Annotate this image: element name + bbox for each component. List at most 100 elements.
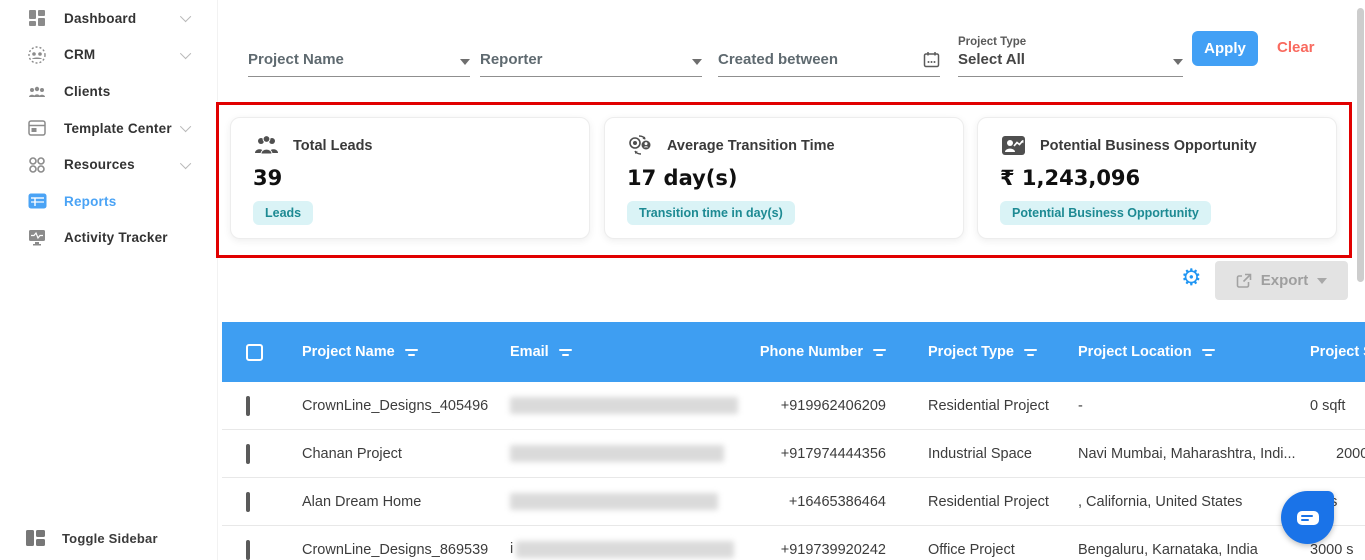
export-button[interactable]: Export (1215, 261, 1348, 300)
sidebar-item-resources[interactable]: Resources (0, 146, 217, 183)
column-header-phone-number[interactable]: Phone Number (684, 344, 912, 360)
cell-project-location: - (1078, 397, 1083, 414)
cell-project-type: Residential Project (928, 493, 1049, 510)
sort-filter-icon[interactable] (873, 348, 886, 356)
card-badge: Transition time in day(s) (627, 201, 795, 225)
export-icon (1236, 273, 1252, 288)
cell-project-size: 3000 s (1310, 541, 1354, 558)
transition-time-icon (627, 134, 654, 157)
sidebar-item-label: Reports (64, 193, 117, 209)
card-value: ₹ 1,243,096 (1000, 166, 1141, 190)
cell-project-size: 0 sqft (1310, 397, 1346, 414)
table-header-row: Project Name Email Phone Number Project … (222, 322, 1365, 382)
select-all-checkbox[interactable] (246, 343, 263, 361)
cell-email: i (506, 541, 735, 558)
cell-phone: +16465386464 (788, 493, 886, 510)
redacted-email (510, 493, 718, 510)
reporter-filter-label: Reporter (480, 51, 543, 68)
chat-icon (1296, 510, 1319, 525)
column-header-project-name[interactable]: Project Name (278, 344, 506, 360)
column-header-label: Email (510, 344, 549, 360)
cell-project-name: CrownLine_Designs_405496 (302, 397, 489, 414)
sidebar-item-label: Dashboard (64, 10, 137, 26)
sidebar-item-label: Resources (64, 157, 135, 173)
table-row[interactable]: CrownLine_Designs_405496 +919962406209 R… (222, 382, 1365, 430)
column-header-email[interactable]: Email (506, 344, 684, 360)
cell-project-name: Alan Dream Home (302, 493, 422, 510)
row-checkbox[interactable] (246, 443, 250, 464)
cell-project-location: Bengaluru, Karnataka, India (1078, 541, 1258, 558)
reporter-filter[interactable]: Reporter (480, 40, 702, 77)
main-content: Project Name Reporter Created between Pr… (216, 0, 1365, 560)
clients-icon (27, 81, 47, 101)
toggle-sidebar-icon (25, 528, 45, 548)
card-badge: Leads (253, 201, 314, 225)
toggle-sidebar-button[interactable]: Toggle Sidebar (25, 528, 158, 548)
sidebar-item-label: Clients (64, 83, 111, 99)
cell-project-size: 20000 (1336, 445, 1365, 462)
sidebar-item-crm[interactable]: CRM (0, 37, 217, 74)
sort-filter-icon[interactable] (1201, 348, 1215, 356)
card-title: Average Transition Time (667, 137, 835, 154)
row-checkbox[interactable] (246, 491, 250, 512)
sidebar-item-activity-tracker[interactable]: Activity Tracker (0, 220, 217, 257)
table-row[interactable]: CrownLine_Designs_869539 i +919739920242… (222, 526, 1365, 560)
stat-card-potential-business-opportunity: Potential Business Opportunity ₹ 1,243,0… (977, 117, 1337, 239)
sidebar-item-reports[interactable]: Reports (0, 183, 217, 220)
project-name-filter-label: Project Name (248, 51, 344, 68)
redacted-email (510, 445, 724, 462)
chevron-down-icon (179, 121, 192, 133)
project-name-filter[interactable]: Project Name (248, 40, 470, 77)
sort-filter-icon[interactable] (558, 348, 572, 356)
column-header-project-size[interactable]: Project Size (1288, 344, 1365, 360)
business-opportunity-icon (1000, 134, 1027, 157)
sidebar-item-dashboard[interactable]: Dashboard (0, 0, 217, 37)
stat-card-average-transition-time: Average Transition Time 17 day(s) Transi… (604, 117, 964, 239)
sidebar-item-template-center[interactable]: Template Center (0, 110, 217, 147)
sidebar-item-label: CRM (64, 47, 96, 63)
calendar-icon (923, 51, 940, 68)
table-row[interactable]: Chanan Project +917974444356 Industrial … (222, 430, 1365, 478)
cell-email (506, 397, 738, 414)
row-checkbox[interactable] (246, 395, 250, 416)
row-checkbox[interactable] (246, 539, 250, 560)
created-between-filter[interactable]: Created between (718, 40, 940, 77)
project-type-filter[interactable]: Select All (958, 40, 1183, 77)
redacted-email (516, 541, 735, 558)
stat-card-total-leads: Total Leads 39 Leads (230, 117, 590, 239)
cell-project-name: CrownLine_Designs_869539 (302, 541, 489, 558)
card-title: Potential Business Opportunity (1040, 137, 1257, 154)
sort-filter-icon[interactable] (1023, 348, 1037, 356)
cell-project-type: Office Project (928, 541, 1015, 558)
sidebar-item-label: Activity Tracker (64, 230, 168, 246)
chevron-down-icon (460, 59, 470, 65)
export-button-label: Export (1260, 272, 1309, 289)
sort-filter-icon[interactable] (404, 348, 418, 356)
table-row[interactable]: Alan Dream Home +16465386464 Residential… (222, 478, 1365, 526)
redacted-email (510, 397, 738, 414)
projects-table: Project Name Email Phone Number Project … (222, 322, 1365, 560)
chat-launcher-button[interactable] (1281, 491, 1334, 544)
dashboard-icon (27, 8, 47, 28)
card-value: 17 day(s) (627, 166, 738, 190)
column-header-label: Project Type (928, 344, 1014, 360)
activity-tracker-icon (27, 228, 47, 248)
card-badge: Potential Business Opportunity (1000, 201, 1211, 225)
sidebar: Dashboard CRM Clients Template Center Re… (0, 0, 218, 560)
chevron-down-icon (1317, 277, 1328, 284)
scrollbar-thumb[interactable] (1357, 8, 1364, 282)
cell-email (506, 493, 718, 510)
cell-project-name: Chanan Project (302, 445, 402, 462)
chevron-down-icon (1173, 59, 1183, 65)
column-header-project-type[interactable]: Project Type (912, 344, 1078, 360)
apply-button[interactable]: Apply (1192, 31, 1258, 66)
reports-icon (27, 191, 47, 211)
people-group-icon (253, 134, 280, 157)
clear-button[interactable]: Clear (1277, 39, 1315, 56)
created-between-filter-label: Created between (718, 51, 839, 68)
chevron-down-icon (179, 47, 192, 60)
column-header-project-location[interactable]: Project Location (1078, 344, 1288, 360)
sidebar-item-clients[interactable]: Clients (0, 73, 217, 110)
cell-project-type: Industrial Space (928, 445, 1032, 462)
gear-icon[interactable]: ⚙ (1181, 266, 1202, 289)
